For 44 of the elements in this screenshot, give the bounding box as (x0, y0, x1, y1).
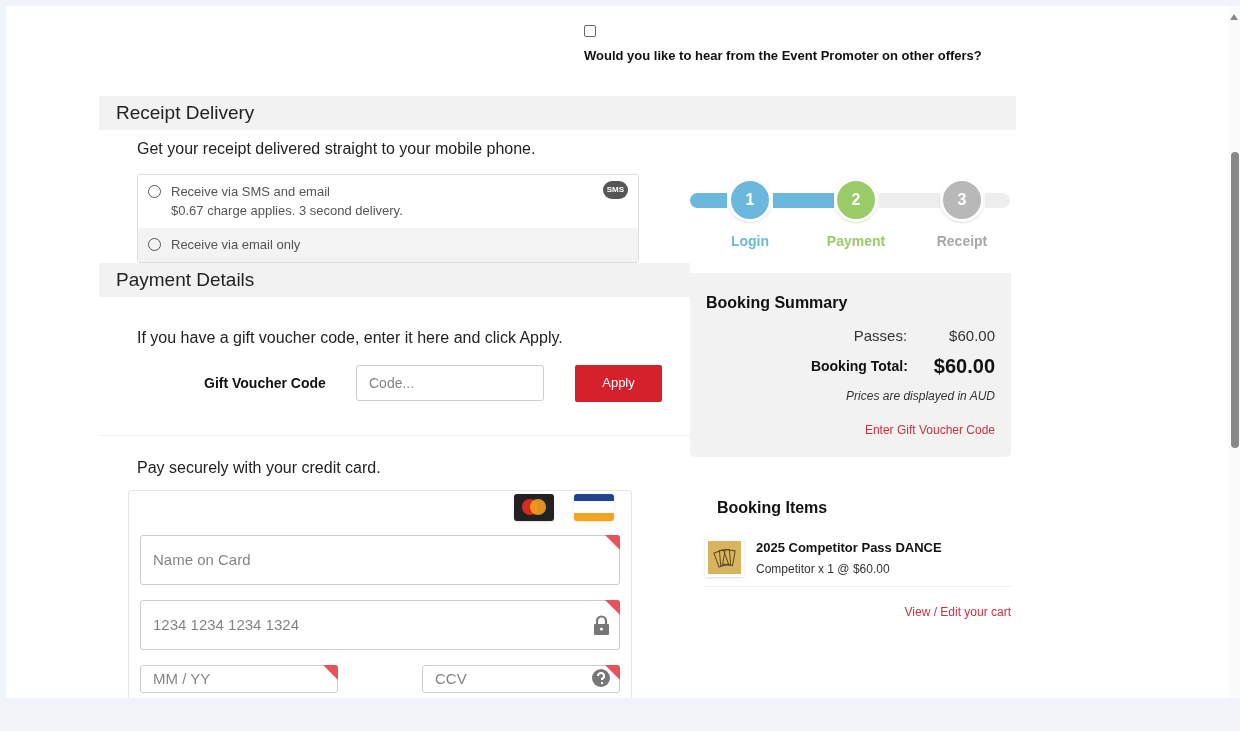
scrollbar-thumb[interactable] (1231, 152, 1239, 448)
required-corner-icon (605, 534, 620, 550)
price-label: Passes: (853, 325, 908, 346)
total-value: $60.00 (933, 354, 995, 379)
section-title: Booking Items (716, 498, 829, 518)
step-label: Payment (825, 231, 887, 251)
intro-text: Get your receipt delivered straight to your mobile phone. (136, 138, 537, 159)
voucher-link[interactable]: Enter Gift Voucher Code (864, 421, 995, 439)
checkbox-label: Would you like to hear from the Event Promoter on other offers? (584, 47, 983, 65)
item-detail: Competitor x 1 @ $60.00 (756, 560, 891, 578)
credit-card-icon (514, 493, 554, 521)
card-field[interactable]: MM / YY (140, 664, 338, 693)
step-label: Receipt (935, 231, 989, 251)
cart-link[interactable]: View / Edit your cart (904, 602, 1011, 621)
panel-title: Booking Summary (706, 292, 849, 313)
card-field[interactable]: 1234 1234 1234 1324 (140, 599, 620, 650)
credit-card-icon (574, 493, 614, 521)
card-field[interactable]: Name on Card (140, 534, 620, 585)
option-label: Receive via email only (171, 236, 301, 253)
sms-badge: SMS (602, 180, 628, 199)
intro-text: If you have a gift voucher code, enter it here and click Apply. (136, 327, 564, 348)
progress-segment (690, 192, 727, 208)
progress-segment (773, 192, 834, 208)
scroll-up-icon[interactable] (1230, 14, 1238, 20)
required-corner-icon (323, 664, 338, 680)
card-field[interactable]: CCV (422, 664, 620, 693)
item-name: 2025 Competitor Pass DANCE (756, 539, 942, 557)
currency-note: Prices are displayed in AUD (846, 388, 995, 405)
intro-text: Pay securely with your credit card. (136, 457, 382, 478)
voucher-code-field[interactable]: Code... (356, 365, 544, 401)
option-label: Receive via SMS and email (171, 183, 331, 200)
section-heading: Receipt Delivery (99, 95, 1016, 130)
progress-segment (879, 192, 940, 208)
scrollbar-track[interactable] (1228, 6, 1240, 698)
apply-button[interactable]: Apply (575, 364, 662, 402)
total-label: Booking Total: (810, 356, 908, 376)
ticket-icon (705, 538, 744, 578)
lock-icon (593, 614, 610, 635)
price-value: $60.00 (949, 325, 995, 346)
section-heading: Payment Details (99, 262, 690, 297)
step-label: Login (729, 231, 771, 251)
checkbox[interactable] (584, 25, 596, 37)
option-note: $0.67 charge applies. 3 second delivery. (171, 202, 403, 219)
field-label: Gift Voucher Code (204, 373, 327, 393)
